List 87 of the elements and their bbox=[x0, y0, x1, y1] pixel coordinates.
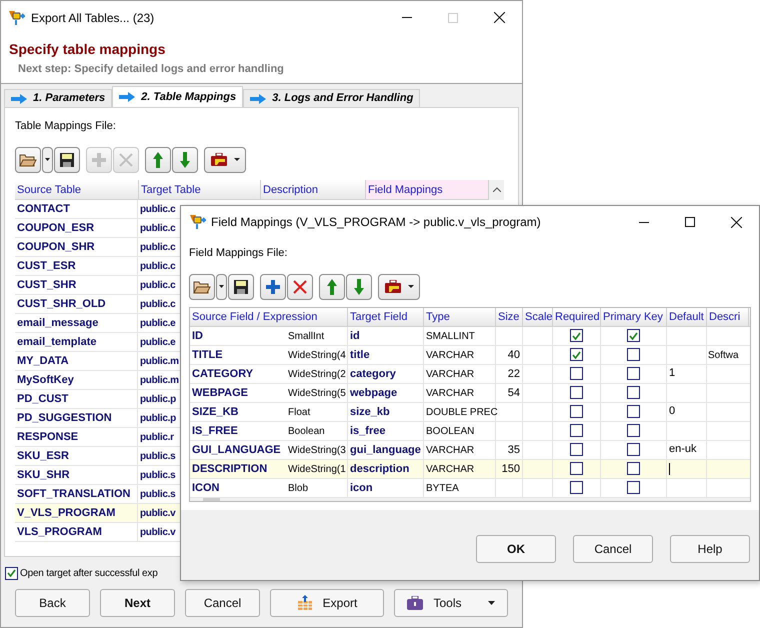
table-cell: WideString(1 bbox=[286, 460, 348, 478]
table-cell: V_VLS_PROGRAM bbox=[15, 504, 138, 522]
table-cell-text: public.m bbox=[140, 354, 179, 368]
table-cell-text: SIZE_KB bbox=[191, 404, 240, 420]
table-cell: VARCHAR bbox=[424, 346, 496, 364]
page-title: Specify table mappings bbox=[9, 40, 166, 59]
table-cell-text: public.r bbox=[140, 430, 174, 444]
table-cell: MY_DATA bbox=[15, 352, 138, 370]
table-cell-text: WEBPAGE bbox=[191, 386, 250, 400]
table-cell: VARCHAR bbox=[424, 460, 496, 478]
table-cell-text: public.s bbox=[140, 450, 176, 464]
table-cell: title bbox=[348, 346, 424, 364]
table-cell: MySoftKey bbox=[15, 370, 138, 388]
table-cell: icon bbox=[348, 478, 424, 496]
table-cell-text: public.c bbox=[140, 278, 176, 292]
table-cell: 54 bbox=[496, 384, 523, 402]
table-cell-text: public.c bbox=[140, 240, 176, 254]
table-cell: SOFT_TRANSLATION bbox=[15, 484, 138, 502]
table-cell: VARCHAR bbox=[424, 364, 496, 382]
table-cell: webpage bbox=[348, 384, 424, 402]
table-cell: Blob bbox=[286, 478, 348, 496]
table-cell-text: 0 bbox=[669, 404, 676, 419]
table-cell: RESPONSE bbox=[15, 428, 138, 446]
table-cell: category bbox=[348, 364, 424, 382]
table-cell-text: IS_FREE bbox=[191, 424, 239, 438]
table-cell-text: CATEGORY bbox=[191, 366, 254, 382]
file-label: Field Mappings File: bbox=[189, 246, 288, 261]
table-cell-text: public.c bbox=[140, 202, 176, 216]
table-cell: VLS_PROGRAM bbox=[15, 522, 138, 540]
table-cell-text: 1 bbox=[669, 366, 676, 381]
table-cell: 35 bbox=[496, 440, 523, 458]
table-cell-text: public.e bbox=[140, 316, 176, 330]
table-cell: WideString(3 bbox=[286, 440, 348, 458]
table-cell: gui_language bbox=[348, 440, 424, 458]
table-cell: CUST_SHR bbox=[15, 276, 138, 294]
table-cell: CUST_ESR bbox=[15, 256, 138, 274]
table-cell-text: DESCRIPTION bbox=[191, 462, 268, 476]
table-cell: description bbox=[348, 460, 424, 478]
table-cell-text: public.v bbox=[140, 506, 176, 520]
table-cell: CONTACT bbox=[15, 200, 138, 218]
table-cell-text: public.s bbox=[140, 468, 176, 482]
table-cell-text: ID bbox=[191, 328, 204, 344]
table-cell: is_free bbox=[348, 422, 424, 440]
table-cell: Float bbox=[286, 402, 348, 420]
table-cell: SmallInt bbox=[286, 326, 348, 344]
table-cell-text: GUI_LANGUAGE bbox=[191, 442, 282, 458]
table-cell: SKU_SHR bbox=[15, 466, 138, 484]
table-cell-text: public.v bbox=[140, 526, 176, 540]
table-cell: COUPON_SHR bbox=[15, 238, 138, 256]
table-cell: VARCHAR bbox=[424, 384, 496, 402]
file-label: Table Mappings File: bbox=[15, 119, 117, 134]
table-cell: PD_CUST bbox=[15, 390, 138, 408]
table-cell: 40 bbox=[496, 346, 523, 364]
page-subtitle: Next step: Specify detailed logs and error handling bbox=[18, 62, 285, 77]
table-cell: 22 bbox=[496, 364, 523, 382]
window-title: Export All Tables... (23) bbox=[31, 10, 156, 26]
table-cell: size_kb bbox=[348, 402, 424, 420]
table-cell: id bbox=[348, 326, 424, 344]
table-cell: WideString(4 bbox=[286, 346, 348, 364]
table-cell: COUPON_ESR bbox=[15, 218, 138, 236]
table-cell-text: public.m bbox=[140, 374, 179, 388]
table-cell: PD_SUGGESTION bbox=[15, 408, 138, 426]
table-cell: CUST_SHR_OLD bbox=[15, 294, 138, 312]
table-cell-text: public.c bbox=[140, 222, 176, 236]
table-cell-text: public.c bbox=[140, 298, 176, 312]
table-cell: BYTEA bbox=[424, 478, 496, 496]
table-cell: SKU_ESR bbox=[15, 446, 138, 464]
table-cell: WideString(2 bbox=[286, 364, 348, 382]
checkbox-label: Open target after successful exp bbox=[20, 566, 158, 580]
table-cell: DOUBLE PREC bbox=[424, 402, 496, 420]
table-cell-text: public.p bbox=[140, 412, 176, 426]
table-cell: email_template bbox=[15, 332, 138, 350]
table-cell-text: ICON bbox=[191, 480, 220, 496]
table-cell: VARCHAR bbox=[424, 440, 496, 458]
table-cell: email_message bbox=[15, 314, 138, 332]
table-cell: Softwa bbox=[708, 350, 739, 360]
table-cell-text: public.p bbox=[140, 392, 176, 406]
table-cell-text: public.c bbox=[140, 260, 176, 274]
table-cell-text: en-uk bbox=[669, 442, 697, 457]
table-cell: WideString(5 bbox=[286, 384, 348, 402]
table-cell: BOOLEAN bbox=[424, 422, 496, 440]
table-cell: Boolean bbox=[286, 422, 348, 440]
table-cell: SMALLINT bbox=[424, 326, 496, 344]
table-cell-text: TITLE bbox=[191, 348, 224, 362]
table-cell-text: public.s bbox=[140, 488, 176, 502]
table-cell-text: public.e bbox=[140, 336, 176, 350]
table-cell: 150 bbox=[496, 460, 523, 478]
